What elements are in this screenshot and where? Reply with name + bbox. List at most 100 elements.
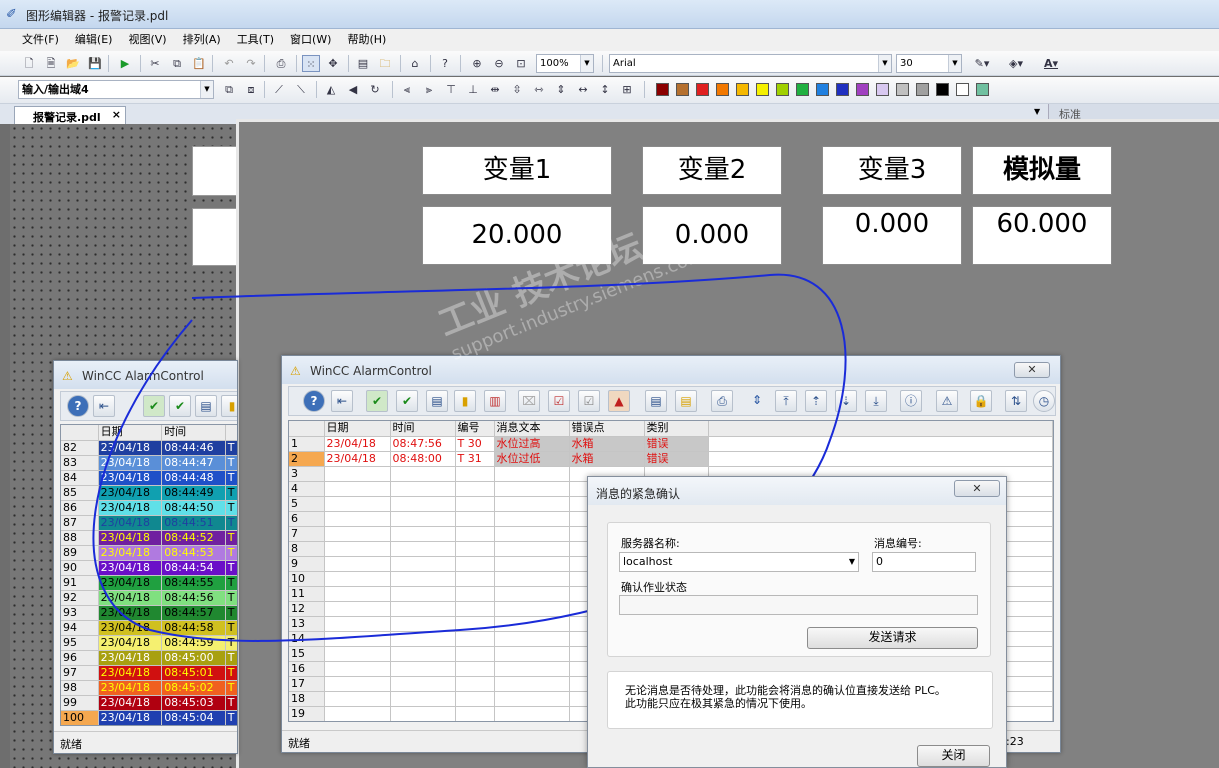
tab-list-icon[interactable]: ▼ xyxy=(1034,107,1040,116)
zoom-out-icon[interactable]: ⊖ xyxy=(490,55,508,72)
color-swatch[interactable] xyxy=(876,83,889,96)
color-swatch[interactable] xyxy=(776,83,789,96)
column-date[interactable]: 日期 xyxy=(98,425,163,441)
fill-color-icon[interactable]: ◈▾ xyxy=(1002,55,1030,72)
lock-list-icon[interactable]: ▤ xyxy=(675,390,697,412)
close-button[interactable]: 关闭 xyxy=(917,745,990,767)
library-icon[interactable]: 🗀 xyxy=(376,55,394,72)
table-row[interactable]: 83 23/04/18 08:44:47 T xyxy=(61,455,237,471)
rotate-icon[interactable]: ↻ xyxy=(366,81,384,98)
tab-close-icon[interactable]: × xyxy=(112,108,121,121)
color-swatch[interactable] xyxy=(896,83,909,96)
table-row[interactable]: 85 23/04/18 08:44:49 T xyxy=(61,485,237,501)
print-icon[interactable]: ⎙ xyxy=(272,55,290,72)
menu-tools[interactable]: 工具(T) xyxy=(229,29,282,48)
column-point[interactable]: 错误点 xyxy=(569,421,645,437)
table-row[interactable]: 94 23/04/18 08:44:58 T xyxy=(61,620,237,636)
prev-icon[interactable]: ⇡ xyxy=(805,390,827,412)
properties-icon[interactable]: ⌂ xyxy=(406,55,424,72)
lock-icon[interactable]: ▮ xyxy=(221,395,237,417)
table-row[interactable]: 91 23/04/18 08:44:55 T xyxy=(61,575,237,591)
export-icon[interactable]: ▤ xyxy=(645,390,667,412)
redo-icon[interactable]: ↷ xyxy=(242,55,260,72)
align-right-icon[interactable]: ⫸ xyxy=(420,81,438,98)
same-size-icon[interactable]: ⊞ xyxy=(618,81,636,98)
font-color-icon[interactable]: A▾ xyxy=(1036,55,1066,72)
table-row[interactable]: 98 23/04/18 08:45:02 T xyxy=(61,680,237,696)
same-width-icon[interactable]: ↔ xyxy=(574,81,592,98)
column-category[interactable]: 类别 xyxy=(644,421,709,437)
paste-icon[interactable]: 📋 xyxy=(190,55,208,72)
tab-alarm-record[interactable]: 报警记录.pdl × xyxy=(14,106,126,124)
table-row[interactable]: 88 23/04/18 08:44:52 T xyxy=(61,530,237,546)
cut-icon[interactable]: ✂ xyxy=(146,55,164,72)
list-icon[interactable]: ▤ xyxy=(195,395,217,417)
print-icon[interactable]: ⎙ xyxy=(711,390,733,412)
menu-window[interactable]: 窗口(W) xyxy=(282,29,339,48)
column-message[interactable]: 消息文本 xyxy=(494,421,570,437)
config-icon[interactable]: ⇤ xyxy=(93,395,115,417)
copy-icon[interactable]: ⧉ xyxy=(168,55,186,72)
font-select[interactable]: Arial ▼ xyxy=(609,54,892,73)
message-number-field[interactable]: 0 xyxy=(872,552,976,572)
color-swatch[interactable] xyxy=(936,83,949,96)
menu-arrange[interactable]: 排列(A) xyxy=(175,29,229,48)
table-row[interactable]: 95 23/04/18 08:44:59 T xyxy=(61,635,237,651)
canvas-object[interactable] xyxy=(192,208,240,266)
close-icon[interactable]: ✕ xyxy=(1014,362,1050,378)
dialog-close-icon[interactable]: ✕ xyxy=(954,480,1000,497)
center-h-icon[interactable]: ⇹ xyxy=(486,81,504,98)
last-icon[interactable]: ⤓ xyxy=(865,390,887,412)
table-row[interactable]: 90 23/04/18 08:44:54 T xyxy=(61,560,237,576)
grid-icon[interactable]: ⁙ xyxy=(302,55,320,72)
color-swatch[interactable] xyxy=(756,83,769,96)
new-icon[interactable]: 🗋 xyxy=(20,55,38,72)
table-row[interactable]: 1 23/04/18 08:47:56 T 30 水位过高 水箱 错误 xyxy=(289,436,1053,452)
lock-alarm-icon[interactable]: ▮ xyxy=(454,390,476,412)
color-swatch[interactable] xyxy=(736,83,749,96)
column-date[interactable]: 日期 xyxy=(324,421,391,437)
font-size-select[interactable]: 30 ▼ xyxy=(896,54,962,73)
acknowledge-check-icon[interactable]: ☑ xyxy=(548,390,570,412)
server-name-select[interactable]: localhost ▼ xyxy=(619,552,859,572)
clock-icon[interactable]: ◷ xyxy=(1033,390,1055,412)
color-swatch[interactable] xyxy=(836,83,849,96)
save-icon[interactable]: 💾 xyxy=(86,55,104,72)
variable-value-1[interactable]: 20.000 xyxy=(422,206,612,265)
color-swatch[interactable] xyxy=(696,83,709,96)
ack-group-icon[interactable]: ✔ xyxy=(169,395,191,417)
color-swatch[interactable] xyxy=(856,83,869,96)
table-row[interactable]: 93 23/04/18 08:44:57 T xyxy=(61,605,237,621)
zoom-in-icon[interactable]: ⊕ xyxy=(468,55,486,72)
flip-v-icon[interactable]: ◭ xyxy=(322,81,340,98)
column-time[interactable]: 时间 xyxy=(390,421,456,437)
table-row[interactable]: 82 23/04/18 08:44:46 T xyxy=(61,440,237,456)
color-swatch[interactable] xyxy=(716,83,729,96)
table-row[interactable]: 87 23/04/18 08:44:51 T xyxy=(61,515,237,531)
table-row[interactable]: 100 23/04/18 08:45:04 T xyxy=(61,710,237,725)
sort-icon[interactable]: ⇕ xyxy=(746,390,768,412)
zoom-fit-icon[interactable]: ⊡ xyxy=(512,55,530,72)
menu-help[interactable]: 帮助(H) xyxy=(339,29,394,48)
lock-icon[interactable]: 🔒 xyxy=(970,390,992,412)
first-icon[interactable]: ⤒ xyxy=(775,390,797,412)
hide-icon[interactable]: ⌧ xyxy=(518,390,540,412)
table-row[interactable]: 2 23/04/18 08:48:00 T 31 水位过低 水箱 错误 xyxy=(289,451,1053,467)
run-icon[interactable]: ▶ xyxy=(116,55,134,72)
flip-h-icon[interactable]: ◀ xyxy=(344,81,362,98)
color-swatch[interactable] xyxy=(916,83,929,96)
color-swatch[interactable] xyxy=(816,83,829,96)
next-icon[interactable]: ⇣ xyxy=(835,390,857,412)
help-icon[interactable]: ? xyxy=(303,390,325,412)
ack-group-icon[interactable]: ✔ xyxy=(396,390,418,412)
line-color-icon[interactable]: ✎▾ xyxy=(968,55,996,72)
table-row[interactable]: 96 23/04/18 08:45:00 T xyxy=(61,650,237,666)
list-icon[interactable]: ▤ xyxy=(426,390,448,412)
help-icon[interactable]: ? xyxy=(67,395,89,417)
align-bottom-icon[interactable]: ⊥ xyxy=(464,81,482,98)
column-time[interactable]: 时间 xyxy=(161,425,226,441)
info-icon[interactable]: ⓘ xyxy=(900,390,922,412)
color-swatch[interactable] xyxy=(676,83,689,96)
help-pointer-icon[interactable]: ? xyxy=(436,55,454,72)
chart-icon[interactable]: ▥ xyxy=(484,390,506,412)
